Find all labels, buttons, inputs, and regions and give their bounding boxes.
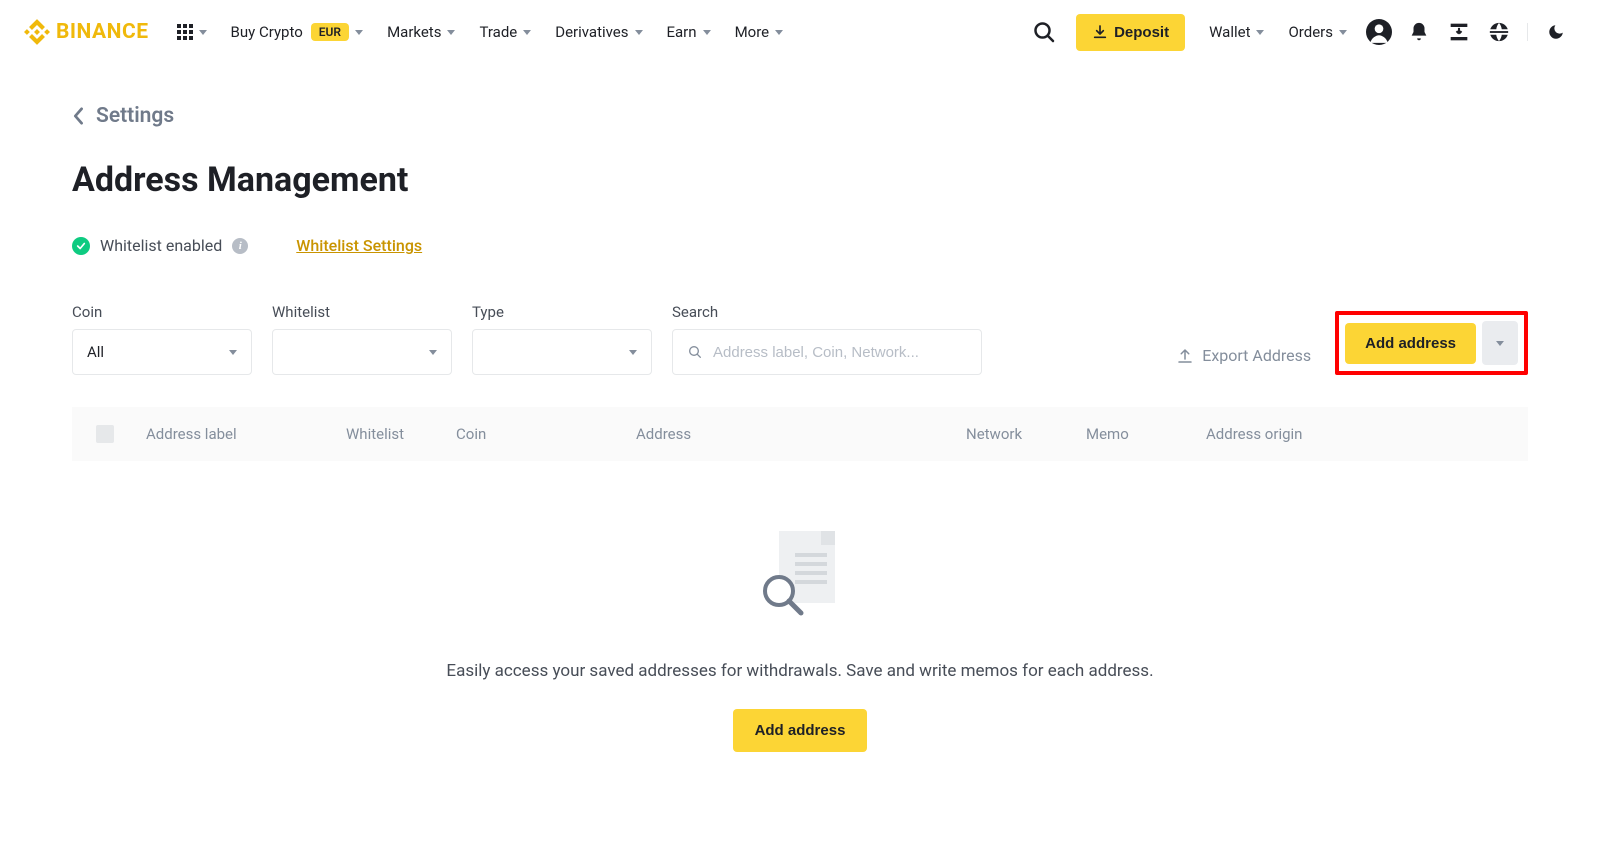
chevron-down-icon bbox=[355, 30, 363, 35]
nav-label: Markets bbox=[387, 23, 441, 41]
filter-label: Search bbox=[672, 303, 982, 321]
breadcrumb-label: Settings bbox=[96, 104, 174, 128]
col-network: Network bbox=[966, 425, 1086, 443]
chevron-down-icon bbox=[703, 30, 711, 35]
add-address-highlight: Add address bbox=[1335, 311, 1528, 375]
col-coin: Coin bbox=[456, 425, 636, 443]
header-search[interactable] bbox=[1024, 12, 1064, 52]
filter-label: Coin bbox=[72, 303, 252, 321]
theme-toggle[interactable] bbox=[1536, 12, 1576, 52]
search-box[interactable] bbox=[672, 329, 982, 375]
search-icon bbox=[687, 344, 703, 360]
divider bbox=[1527, 23, 1528, 41]
nav-label: More bbox=[735, 23, 770, 41]
col-origin: Address origin bbox=[1206, 425, 1504, 443]
whitelist-select[interactable] bbox=[272, 329, 452, 375]
breadcrumb-back[interactable]: Settings bbox=[72, 104, 1528, 128]
whitelist-status-text: Whitelist enabled bbox=[100, 236, 222, 255]
col-whitelist: Whitelist bbox=[346, 425, 456, 443]
filter-type: Type bbox=[472, 303, 652, 375]
add-address-dropdown[interactable] bbox=[1482, 321, 1518, 365]
chevron-down-icon bbox=[229, 350, 237, 355]
nav-trade[interactable]: Trade bbox=[467, 0, 543, 64]
chevron-down-icon bbox=[635, 30, 643, 35]
globe-icon bbox=[1488, 21, 1510, 43]
search-input[interactable] bbox=[713, 344, 967, 361]
main-content: Settings Address Management Whitelist en… bbox=[0, 64, 1600, 832]
chevron-down-icon bbox=[447, 30, 455, 35]
nav-wallet[interactable]: Wallet bbox=[1197, 0, 1276, 64]
table-header: Address label Whitelist Coin Address Net… bbox=[72, 407, 1528, 461]
nav-markets[interactable]: Markets bbox=[375, 0, 467, 64]
bell-icon bbox=[1408, 21, 1430, 43]
download-icon bbox=[1092, 24, 1108, 40]
nav-label: Earn bbox=[667, 23, 697, 41]
col-address: Address bbox=[636, 425, 966, 443]
chevron-down-icon bbox=[1496, 341, 1504, 346]
chevron-down-icon bbox=[775, 30, 783, 35]
currency-badge: EUR bbox=[311, 23, 349, 41]
whitelist-settings-link[interactable]: Whitelist Settings bbox=[296, 236, 422, 255]
select-all-checkbox[interactable] bbox=[96, 425, 114, 443]
filter-label: Type bbox=[472, 303, 652, 321]
top-nav: BINANCE Buy Crypto EUR Markets Trade Der… bbox=[0, 0, 1600, 64]
nav-buy-crypto[interactable]: Buy Crypto EUR bbox=[219, 0, 376, 64]
chevron-down-icon bbox=[199, 30, 207, 35]
nav-label: Orders bbox=[1288, 23, 1333, 41]
deposit-button[interactable]: Deposit bbox=[1076, 14, 1185, 51]
coin-select[interactable]: All bbox=[72, 329, 252, 375]
chevron-down-icon bbox=[429, 350, 437, 355]
nav-label: Trade bbox=[479, 23, 517, 41]
upload-icon bbox=[1176, 347, 1194, 365]
grid-icon bbox=[177, 24, 193, 40]
check-icon bbox=[72, 237, 90, 255]
add-address-button[interactable]: Add address bbox=[1345, 323, 1476, 364]
col-address-label: Address label bbox=[146, 425, 346, 443]
nav-label: Derivatives bbox=[555, 23, 628, 41]
nav-earn[interactable]: Earn bbox=[655, 0, 723, 64]
deposit-label: Deposit bbox=[1114, 24, 1169, 41]
type-select[interactable] bbox=[472, 329, 652, 375]
nav-derivatives[interactable]: Derivatives bbox=[543, 0, 654, 64]
binance-icon bbox=[24, 19, 50, 45]
empty-state-icon bbox=[755, 531, 845, 631]
filter-coin: Coin All bbox=[72, 303, 252, 375]
page-title: Address Management bbox=[72, 160, 1528, 200]
download-square-icon bbox=[1449, 22, 1469, 42]
filter-whitelist: Whitelist bbox=[272, 303, 452, 375]
empty-add-address-button[interactable]: Add address bbox=[733, 709, 868, 752]
language-menu[interactable] bbox=[1479, 12, 1519, 52]
empty-state-text: Easily access your saved addresses for w… bbox=[72, 661, 1528, 681]
downloads-menu[interactable] bbox=[1439, 12, 1479, 52]
nav-label: Buy Crypto bbox=[231, 23, 303, 41]
filter-label: Whitelist bbox=[272, 303, 452, 321]
account-menu[interactable] bbox=[1359, 12, 1399, 52]
search-icon bbox=[1032, 20, 1056, 44]
col-memo: Memo bbox=[1086, 425, 1206, 443]
info-icon[interactable]: i bbox=[232, 238, 248, 254]
filter-search: Search bbox=[672, 303, 982, 375]
chevron-down-icon bbox=[1339, 30, 1347, 35]
nav-label: Wallet bbox=[1209, 23, 1250, 41]
chevron-down-icon bbox=[629, 350, 637, 355]
whitelist-status-row: Whitelist enabled i Whitelist Settings bbox=[72, 236, 1528, 255]
empty-state: Easily access your saved addresses for w… bbox=[72, 461, 1528, 792]
moon-icon bbox=[1547, 23, 1565, 41]
chevron-down-icon bbox=[1256, 30, 1264, 35]
brand-logo[interactable]: BINANCE bbox=[24, 19, 149, 45]
export-label: Export Address bbox=[1202, 346, 1311, 365]
chevron-left-icon bbox=[72, 107, 84, 125]
select-value: All bbox=[87, 343, 104, 361]
export-address-button[interactable]: Export Address bbox=[1172, 336, 1315, 375]
brand-text: BINANCE bbox=[56, 20, 149, 44]
nav-more[interactable]: More bbox=[723, 0, 796, 64]
notifications[interactable] bbox=[1399, 12, 1439, 52]
app-switcher[interactable] bbox=[165, 0, 219, 64]
user-icon bbox=[1366, 19, 1392, 45]
chevron-down-icon bbox=[523, 30, 531, 35]
filter-bar: Coin All Whitelist Type Search bbox=[72, 303, 1528, 375]
nav-orders[interactable]: Orders bbox=[1276, 0, 1359, 64]
magnify-icon bbox=[757, 571, 807, 621]
